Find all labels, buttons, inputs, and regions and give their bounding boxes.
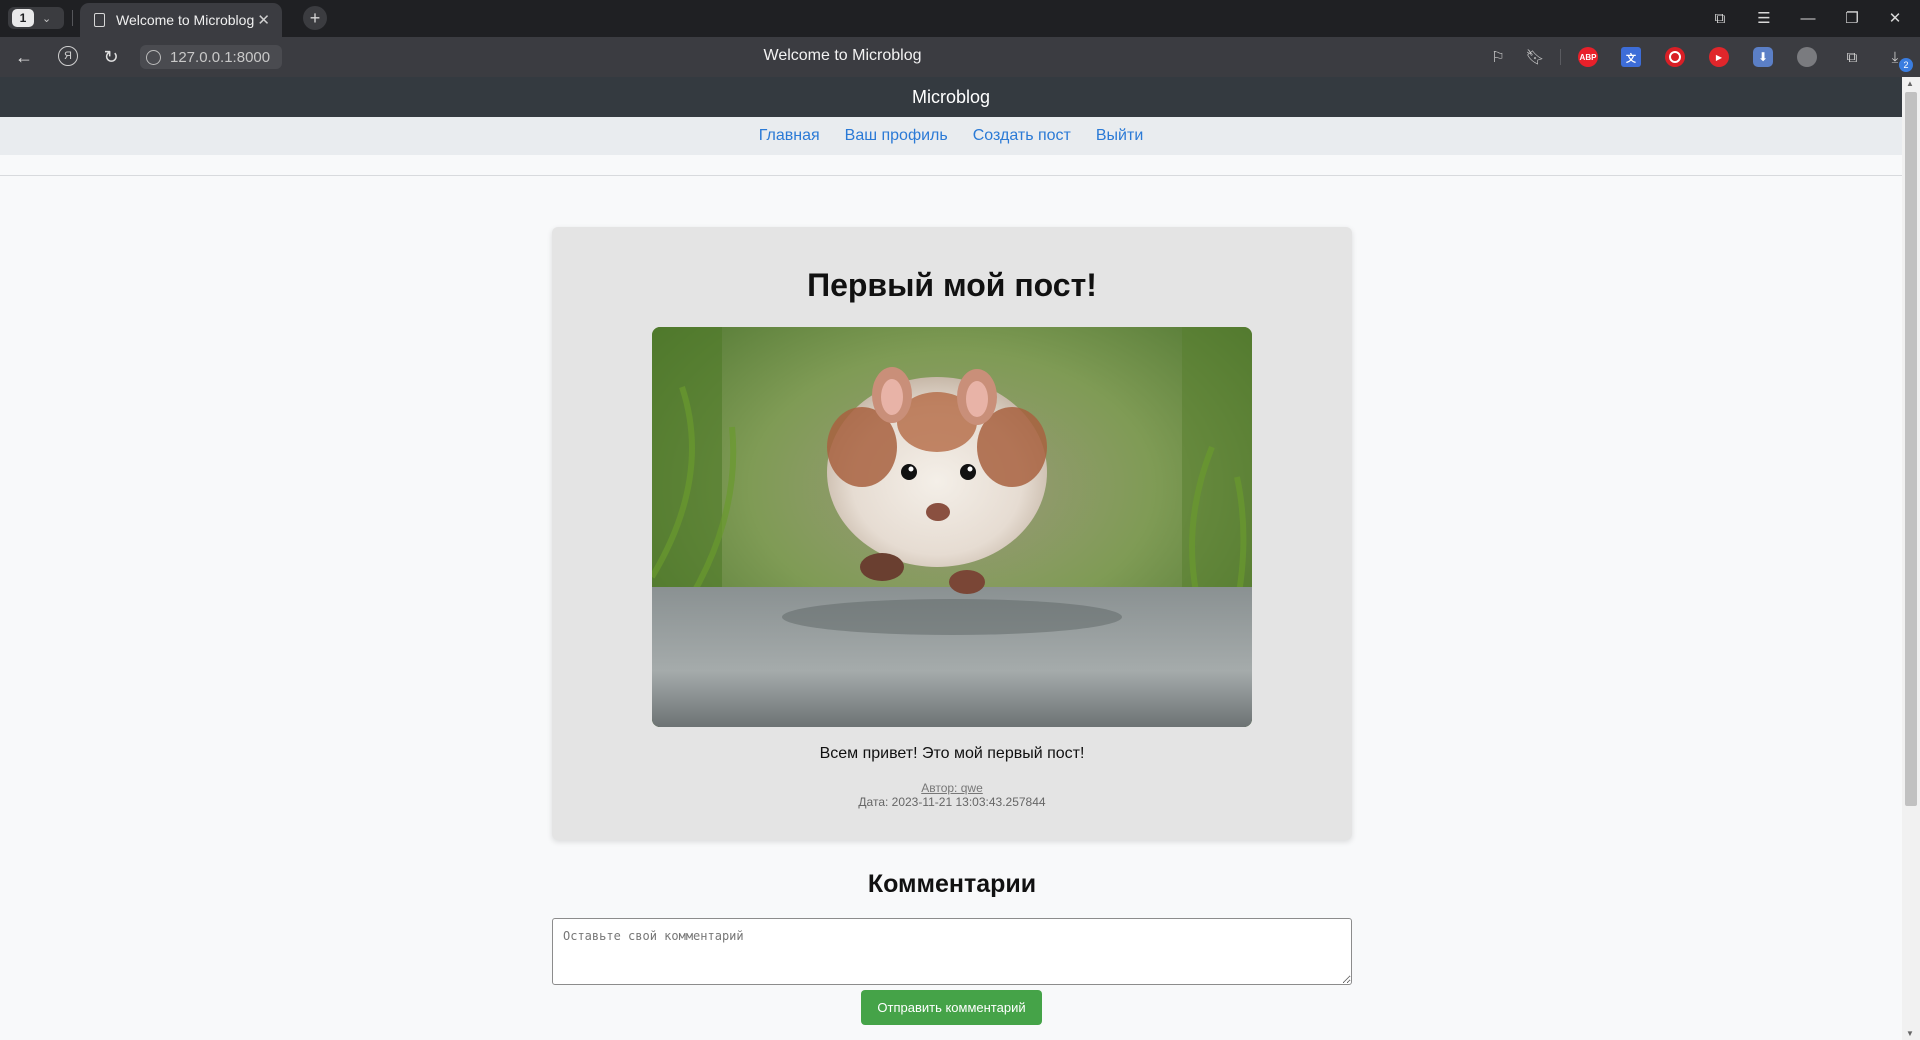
- post-date: Дата: 2023-11-21 13:03:43.257844: [858, 795, 1046, 809]
- nav-link-logout[interactable]: Выйти: [1096, 127, 1143, 145]
- comments-title: Комментарии: [867, 870, 1037, 898]
- close-window-button[interactable]: ✕: [1880, 6, 1910, 30]
- chevron-down-icon: ⌄: [42, 12, 52, 25]
- bookmark-icon[interactable]: 🔖︎: [1525, 47, 1545, 67]
- downloader-icon[interactable]: ⬇: [1753, 47, 1773, 67]
- tab-count: 1: [12, 9, 34, 27]
- scroll-thumb[interactable]: [1905, 92, 1917, 806]
- browser-tab[interactable]: Welcome to Microblog ✕: [80, 3, 282, 37]
- site-brand[interactable]: Microblog: [912, 87, 990, 108]
- minimize-button[interactable]: —: [1793, 6, 1823, 30]
- youtube-icon[interactable]: ▶: [1709, 47, 1729, 67]
- page-icon: [94, 13, 105, 27]
- menu-icon[interactable]: ☰: [1749, 6, 1779, 30]
- collections-icon[interactable]: ⧉: [1705, 6, 1735, 30]
- tab-title: Welcome to Microblog: [116, 12, 255, 28]
- site-nav: Главная Ваш профиль Создать пост Выйти: [0, 117, 1902, 155]
- tab-counter-button[interactable]: 1 ⌄: [8, 7, 64, 29]
- page-scrollbar[interactable]: ▲ ▼: [1902, 77, 1920, 1040]
- nav-divider: [0, 175, 1902, 176]
- scroll-down-icon[interactable]: ▼: [1906, 1029, 1914, 1038]
- post-image: [652, 327, 1252, 727]
- translator-icon[interactable]: 文: [1621, 47, 1641, 67]
- nav-link-profile[interactable]: Ваш профиль: [845, 127, 948, 145]
- recorder-icon[interactable]: [1665, 47, 1685, 67]
- translate-icon[interactable]: ⚐: [1488, 47, 1508, 67]
- submit-comment-button[interactable]: Отправить комментарий: [861, 990, 1042, 1025]
- adblock-plus-icon[interactable]: ABP: [1578, 47, 1598, 67]
- tab-separator: [72, 10, 73, 26]
- sidebar-icon[interactable]: ⧉: [1842, 47, 1862, 67]
- nav-link-create-post[interactable]: Создать пост: [973, 127, 1071, 145]
- extension-separator: [1560, 49, 1561, 65]
- abp-label: ABP: [1579, 52, 1597, 62]
- site-header: Microblog: [0, 77, 1902, 117]
- restore-button[interactable]: ❐: [1837, 6, 1867, 30]
- post-card: Первый мой пост! Всем привет! Это мой пе…: [552, 227, 1352, 840]
- hamster-photo: [652, 327, 1252, 727]
- post-body: Всем привет! Это мой первый пост!: [819, 745, 1085, 762]
- scroll-up-icon[interactable]: ▲: [1906, 79, 1914, 88]
- nav-link-home[interactable]: Главная: [759, 127, 820, 145]
- new-tab-button[interactable]: +: [303, 6, 327, 30]
- downloads-badge: 2: [1899, 58, 1913, 72]
- tab-close-icon[interactable]: ✕: [257, 11, 270, 29]
- comment-input[interactable]: [552, 918, 1352, 985]
- browser-tab-bar: 1 ⌄ Welcome to Microblog ✕ + ⧉ ☰ — ❐ ✕: [0, 0, 1920, 37]
- grey-extension-icon[interactable]: [1797, 47, 1817, 67]
- post-author-link[interactable]: Автор: qwe: [552, 781, 1352, 795]
- post-title: Первый мой пост!: [807, 267, 1097, 303]
- address-bar: ← Я ↻ 127.0.0.1:8000 Welcome to Microblo…: [0, 37, 1920, 77]
- page-title-heading: Welcome to Microblog: [763, 47, 922, 64]
